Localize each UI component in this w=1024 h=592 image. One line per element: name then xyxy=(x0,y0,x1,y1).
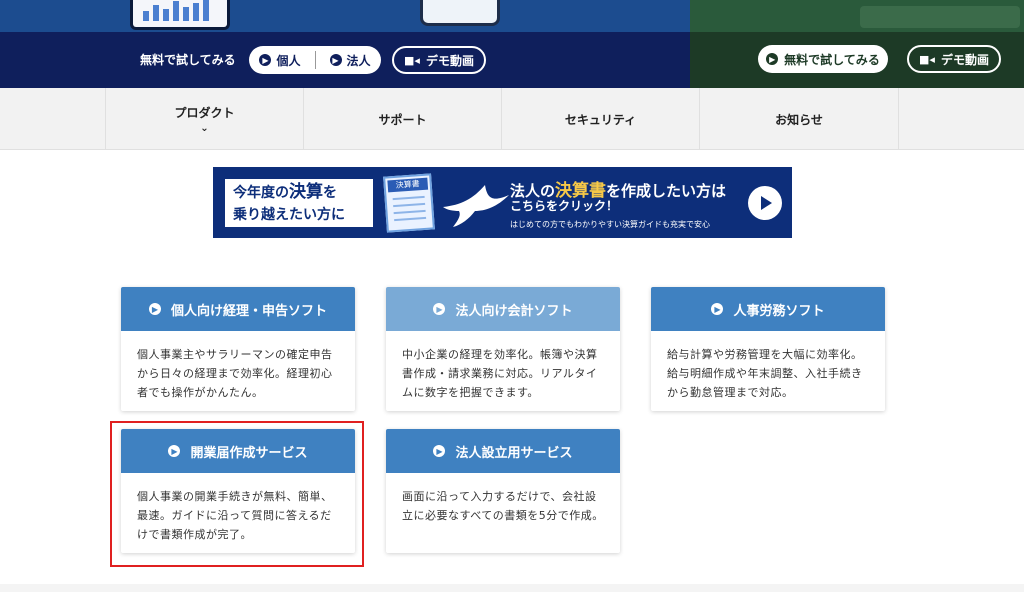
keyboard-illustration xyxy=(860,6,1020,28)
card-description: 個人事業主やサラリーマンの確定申告から日々の経理まで効率化。経理初心者でも操作が… xyxy=(137,348,333,399)
main-nav: プロダクト ⌄ サポート セキュリティ お知らせ xyxy=(0,88,1024,150)
cta-right-section: ▶ 無料で試してみる ■◂ デモ動画 xyxy=(690,32,1024,88)
card-header[interactable]: ▶ 法人設立用サービス xyxy=(386,429,620,473)
hero-left-visual xyxy=(0,0,690,32)
card-description: 中小企業の経理を効率化。帳簿や決算書作成・請求業務に対応。リアルタイムに数字を把… xyxy=(402,348,598,399)
hero-right-visual xyxy=(690,0,1024,32)
swallow-icon xyxy=(443,185,509,227)
card-header[interactable]: ▶ 法人向け会計ソフト xyxy=(386,287,620,331)
arrow-right-icon: ▶ xyxy=(148,303,161,315)
arrow-right-icon: ▶ xyxy=(766,53,779,65)
demo-video-button-right[interactable]: ■◂ デモ動画 xyxy=(907,45,1001,73)
banner-left-box: 今年度の決算を 乗り越えたい方に xyxy=(225,179,373,227)
card-description: 給与計算や労務管理を大幅に効率化。給与明細作成や年末調整、入社手続きから勤怠管理… xyxy=(667,348,863,399)
play-icon[interactable] xyxy=(748,186,782,220)
card-header[interactable]: ▶ 個人向け経理・申告ソフト xyxy=(121,287,355,331)
arrow-right-icon: ▶ xyxy=(433,303,446,315)
banner-cta-text: こちらをクリック！ xyxy=(510,199,619,213)
trial-label: 無料で試してみる xyxy=(140,53,236,67)
video-camera-icon: ■◂ xyxy=(404,53,420,67)
footer-strip xyxy=(0,584,1024,592)
card-hr-labor[interactable]: ▶ 人事労務ソフト 給与計算や労務管理を大幅に効率化。給与明細作成や年末調整、入… xyxy=(651,287,885,411)
nav-item-product[interactable]: プロダクト ⌄ xyxy=(105,88,303,150)
selection-highlight xyxy=(110,421,364,567)
nav-item-support[interactable]: サポート xyxy=(303,88,501,150)
trial-button-right[interactable]: ▶ 無料で試してみる xyxy=(758,45,888,73)
banner-subtext: はじめての方でもわかりやすい決算ガイドも充実で安心 xyxy=(510,220,710,229)
nav-item-news[interactable]: お知らせ xyxy=(699,88,899,150)
arrow-right-icon: ▶ xyxy=(711,303,724,315)
divider xyxy=(314,51,316,69)
document-icon: 決算書 xyxy=(383,173,435,233)
cta-bar: 無料で試してみる ▶ 個人 ▶ 法人 ■◂ デモ動画 ▶ 無料で試してみる ■◂… xyxy=(0,32,1024,88)
hero-image xyxy=(0,0,1024,32)
arrow-right-icon: ▶ xyxy=(433,445,446,457)
nav-item-security[interactable]: セキュリティ xyxy=(501,88,699,150)
arrow-right-icon: ▶ xyxy=(329,54,342,66)
laptop-illustration xyxy=(130,0,230,30)
arrow-right-icon: ▶ xyxy=(259,54,272,66)
tablet-illustration xyxy=(420,0,500,26)
card-personal-accounting[interactable]: ▶ 個人向け経理・申告ソフト 個人事業主やサラリーマンの確定申告から日々の経理ま… xyxy=(121,287,355,411)
settlement-banner[interactable]: 今年度の決算を 乗り越えたい方に 決算書 法人の決算書を作成したい方は こちらを… xyxy=(213,167,792,238)
trial-switch: ▶ 個人 ▶ 法人 xyxy=(249,46,381,74)
cta-left-section: 無料で試してみる ▶ 個人 ▶ 法人 ■◂ デモ動画 xyxy=(0,32,690,88)
card-corporate-accounting[interactable]: ▶ 法人向け会計ソフト 中小企業の経理を効率化。帳簿や決算書作成・請求業務に対応… xyxy=(386,287,620,411)
video-camera-icon: ■◂ xyxy=(919,52,935,66)
corporate-button[interactable]: ▶ 法人 xyxy=(329,52,371,69)
card-header[interactable]: ▶ 人事労務ソフト xyxy=(651,287,885,331)
demo-video-button[interactable]: ■◂ デモ動画 xyxy=(392,46,486,74)
card-description: 画面に沿って入力するだけで、会社設立に必要なすべての書類を5分で作成。 xyxy=(402,490,604,522)
chevron-down-icon: ⌄ xyxy=(200,123,209,134)
card-company-setup[interactable]: ▶ 法人設立用サービス 画面に沿って入力するだけで、会社設立に必要なすべての書類… xyxy=(386,429,620,553)
individual-button[interactable]: ▶ 個人 xyxy=(259,52,301,69)
